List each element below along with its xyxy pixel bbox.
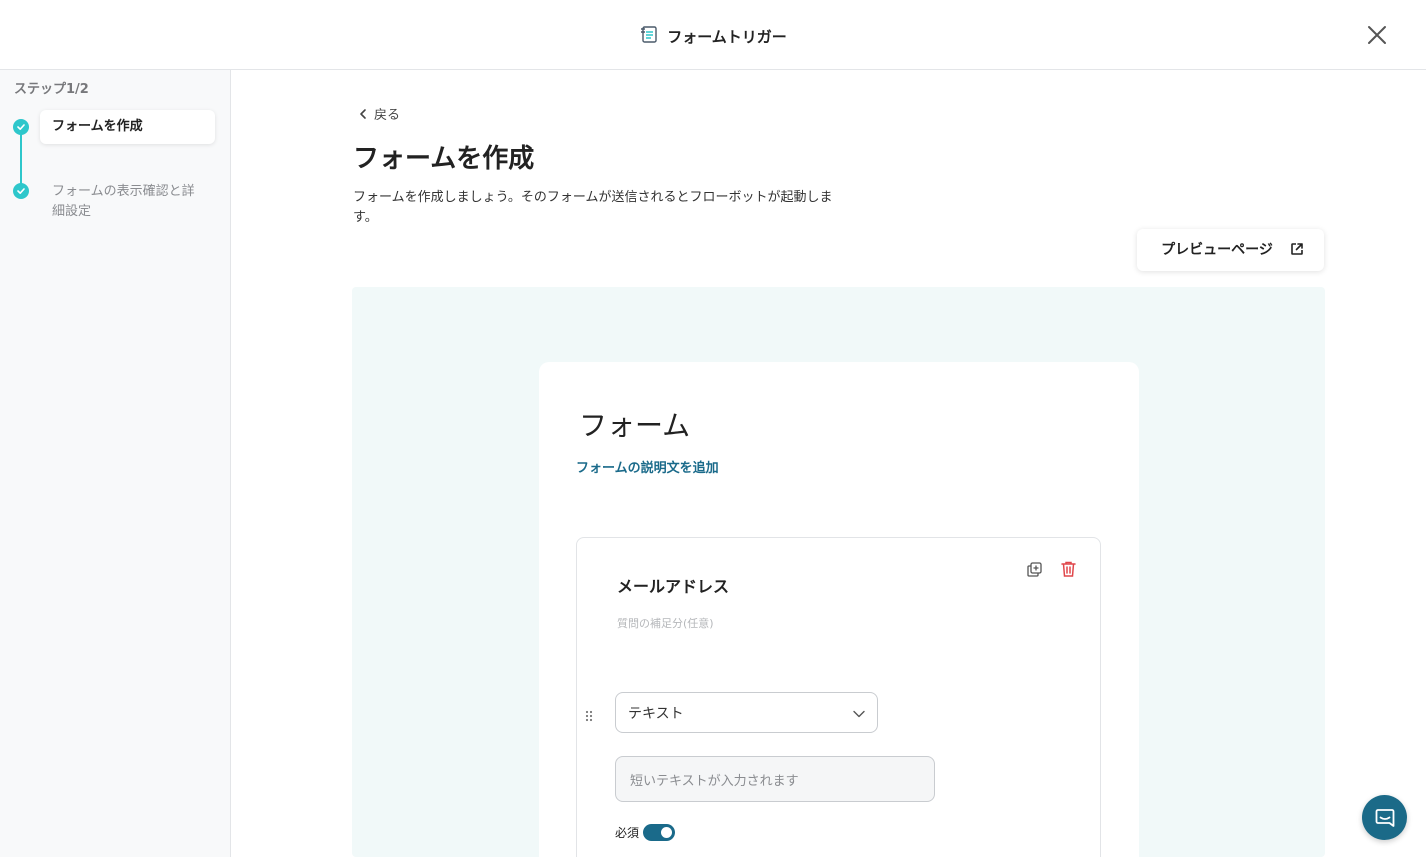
- header: フォームトリガー: [0, 0, 1426, 70]
- question-title[interactable]: メールアドレス: [617, 573, 729, 597]
- preview-page-button[interactable]: プレビューページ: [1137, 229, 1324, 271]
- answer-preview-field: 短いテキストが入力されます: [615, 756, 935, 802]
- chevron-down-icon: [853, 703, 865, 722]
- sidebar-step-create-form[interactable]: フォームを作成: [40, 110, 215, 144]
- chat-support-button[interactable]: [1362, 795, 1407, 840]
- page-header-title: フォームトリガー: [667, 27, 787, 46]
- required-toggle[interactable]: [643, 824, 676, 841]
- required-label: 必須: [615, 826, 640, 840]
- chat-icon: [1375, 808, 1394, 827]
- external-link-icon: [1290, 241, 1304, 260]
- form-doc-icon: [639, 24, 659, 48]
- page-title: フォームを作成: [353, 144, 535, 174]
- trash-icon[interactable]: [1060, 560, 1077, 582]
- question-type-select[interactable]: テキスト: [615, 692, 878, 733]
- question-type-value: テキスト: [628, 705, 684, 722]
- check-icon: [13, 183, 29, 199]
- preview-page-label: プレビューページ: [1161, 242, 1273, 258]
- form-card: フォーム フォームの説明文を追加 メールアドレス 質問の補足分(任意) テキスト…: [539, 362, 1139, 857]
- check-icon: [13, 119, 29, 135]
- form-title[interactable]: フォーム: [579, 404, 690, 444]
- drag-handle-icon[interactable]: [585, 707, 593, 726]
- sidebar-step-preview-settings[interactable]: フォームの表示確認と詳細設定: [40, 180, 215, 224]
- chevron-left-icon: [360, 108, 366, 119]
- required-row: 必須: [615, 824, 676, 841]
- page-description: フォームを作成しましょう。そのフォームが送信されるとフローボットが起動します。: [353, 190, 833, 225]
- step-counter: ステップ1/2: [14, 82, 89, 97]
- header-title-group: フォームトリガー: [0, 24, 1426, 48]
- close-button[interactable]: [1366, 24, 1388, 46]
- close-icon: [1368, 26, 1386, 44]
- question-supplement-field[interactable]: 質問の補足分(任意): [617, 615, 714, 631]
- add-description-link[interactable]: フォームの説明文を追加: [576, 457, 719, 476]
- sidebar: ステップ1/2 フォームを作成 フォームの表示確認と詳細設定: [0, 70, 231, 857]
- back-label: 戻る: [374, 108, 401, 123]
- form-canvas: フォーム フォームの説明文を追加 メールアドレス 質問の補足分(任意) テキスト…: [352, 287, 1325, 857]
- copy-icon[interactable]: [1026, 561, 1043, 582]
- back-link[interactable]: 戻る: [358, 104, 400, 123]
- question-card[interactable]: メールアドレス 質問の補足分(任意) テキスト 短いテキストが入力されます 必須: [576, 537, 1101, 857]
- step-connector: [20, 134, 22, 190]
